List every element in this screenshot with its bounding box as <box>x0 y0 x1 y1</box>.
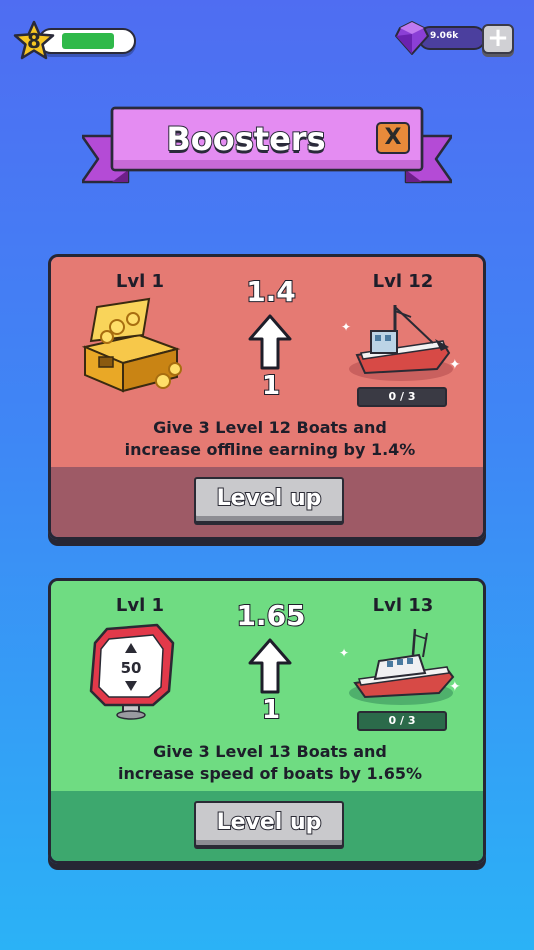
svg-text:✦: ✦ <box>449 679 461 695</box>
player-level-bar: 8 <box>12 20 136 62</box>
upgrade-arrow-icon <box>248 638 292 694</box>
description-line-2: increase speed of boats by 1.65% <box>117 764 422 783</box>
svg-text:✦: ✦ <box>341 320 351 334</box>
gem-amount: 9.06k <box>430 31 459 41</box>
svg-text:✦: ✦ <box>339 646 349 660</box>
booster-current-value: 1 <box>261 370 281 402</box>
title-ribbon: Boosters X <box>82 106 452 198</box>
close-button[interactable]: X <box>376 122 410 154</box>
booster-next-value: 1.65 <box>235 598 306 633</box>
boat-level-label: Lvl 12 <box>372 271 434 292</box>
upgrade-arrow-icon <box>248 314 292 370</box>
level-star-icon: 8 <box>12 20 56 62</box>
booster-description: Give 3 Level 12 Boats and increase offli… <box>61 417 479 461</box>
booster-level-label: Lvl 1 <box>115 595 165 616</box>
booster-card-boat-speed: Lvl 1 1.65 1 50 Lvl 13 ✦ ✦ 0 / 3 Give 3 … <box>48 578 486 864</box>
booster-current-value: 1 <box>261 694 281 726</box>
booster-next-value: 1.4 <box>245 274 297 309</box>
description-line-1: Give 3 Level 12 Boats and <box>153 418 387 437</box>
fishing-boat-icon: ✦ ✦ <box>341 305 461 381</box>
booster-description: Give 3 Level 13 Boats and increase speed… <box>61 741 479 785</box>
xp-fill <box>62 33 114 49</box>
boat-progress-counter: 0 / 3 <box>357 387 447 407</box>
speed-limit-sign-icon: 50 <box>89 623 175 720</box>
booster-card-offline-earning: Lvl 1 1.4 1 Lvl 12 ✦ ✦ 0 / 3 Give 3 Leve… <box>48 254 486 540</box>
player-level-number: 8 <box>27 29 41 53</box>
treasure-chest-icon <box>81 297 182 393</box>
svg-text:✦: ✦ <box>449 357 461 373</box>
gem-counter: 9.06k + <box>392 18 518 60</box>
description-line-2: increase offline earning by 1.4% <box>124 440 416 459</box>
booster-level-label: Lvl 1 <box>115 271 165 292</box>
boat-progress-counter: 0 / 3 <box>357 711 447 731</box>
level-up-button[interactable]: Level up <box>194 477 344 523</box>
gem-icon <box>395 21 429 55</box>
speed-boat-icon: ✦ ✦ <box>339 628 461 705</box>
page-title: Boosters <box>165 119 326 159</box>
sign-speed-text: 50 <box>121 659 142 677</box>
add-gems-button[interactable]: + <box>482 24 514 54</box>
description-line-1: Give 3 Level 13 Boats and <box>153 742 387 761</box>
level-up-button[interactable]: Level up <box>194 801 344 847</box>
boat-level-label: Lvl 13 <box>372 595 434 616</box>
